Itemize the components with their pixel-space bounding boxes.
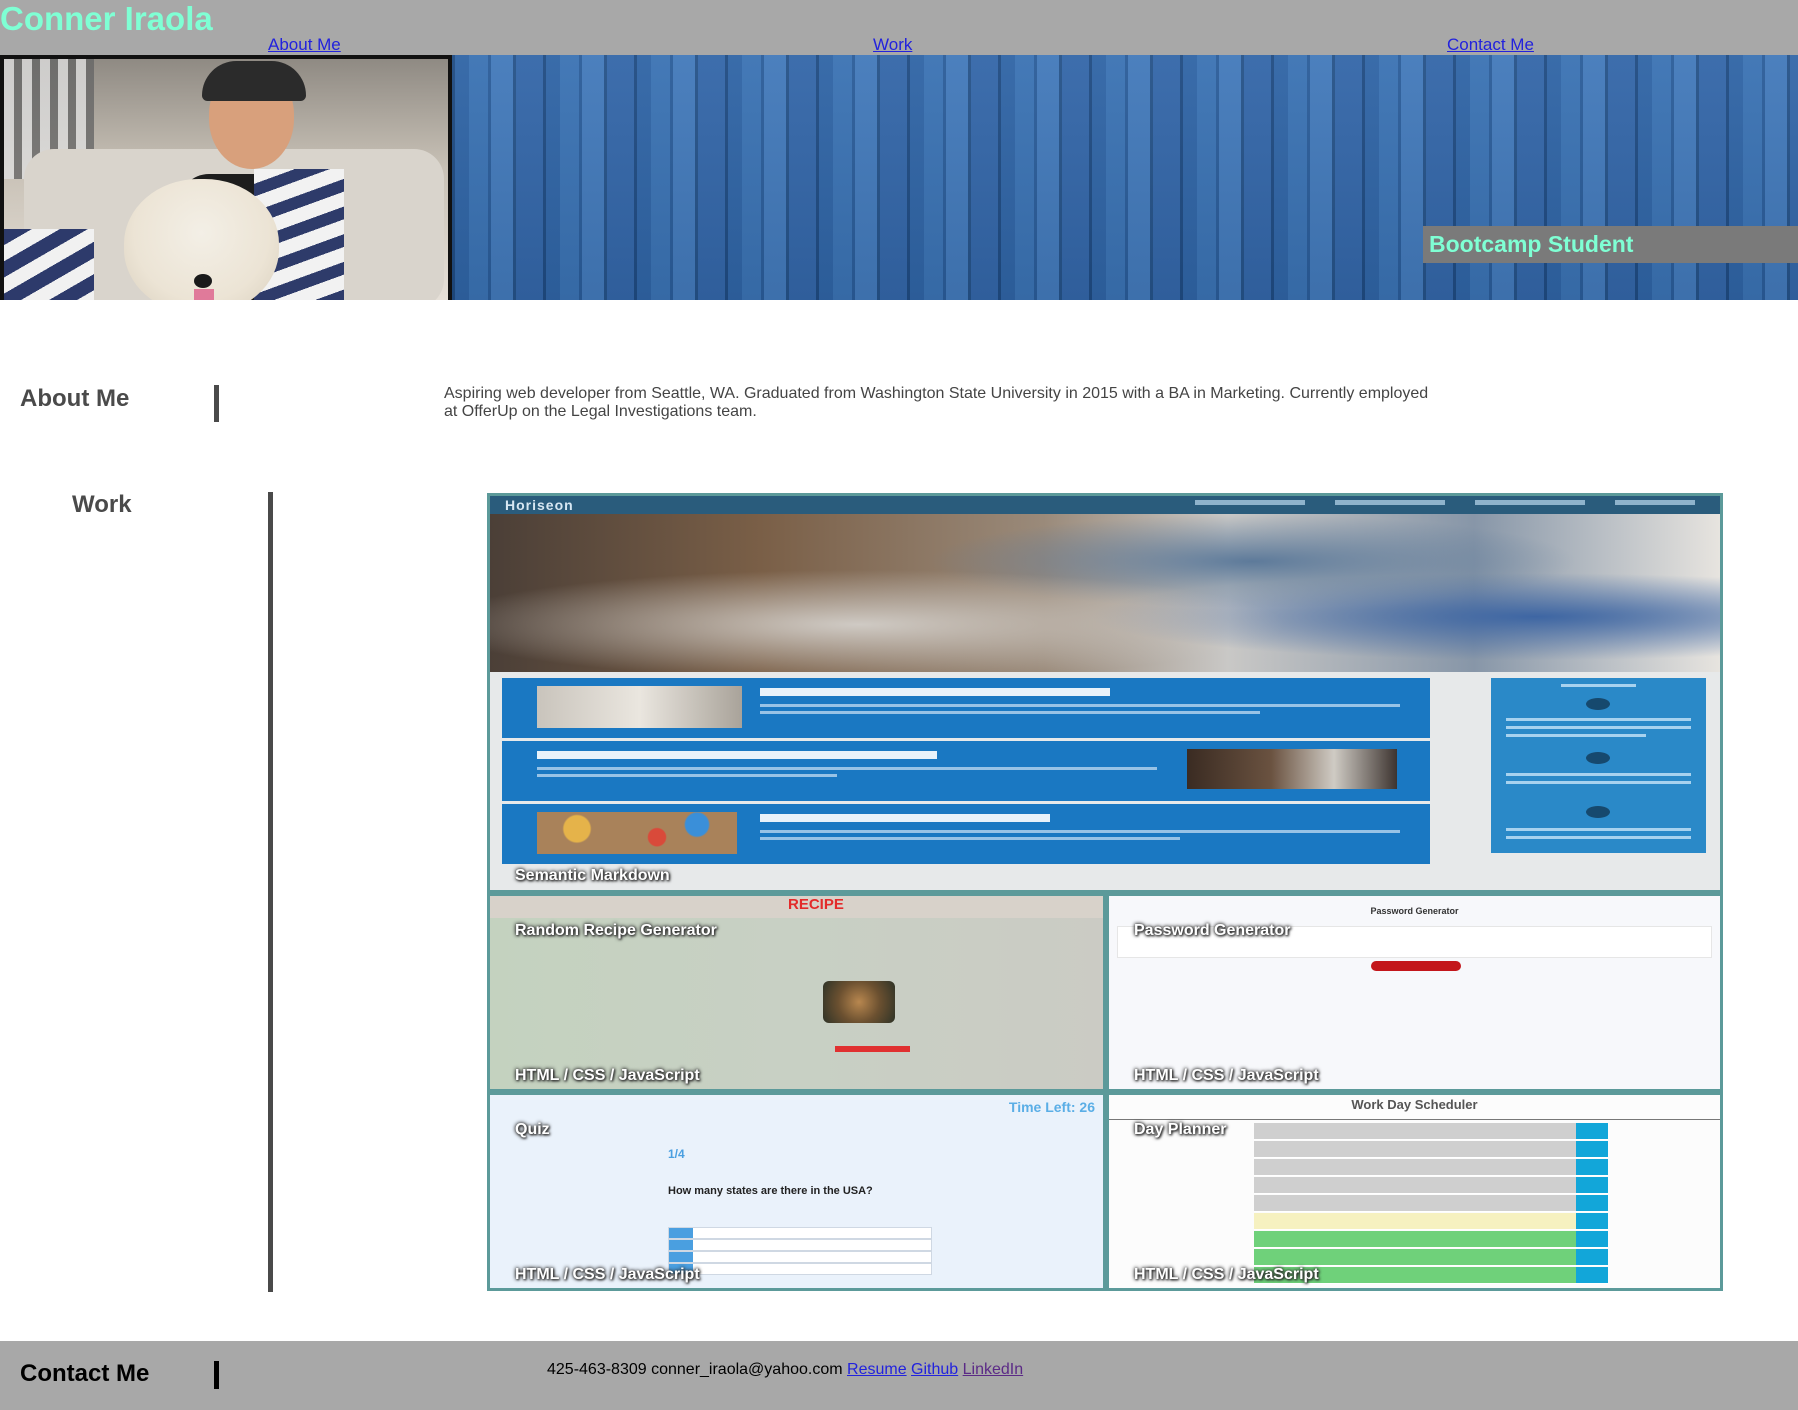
project-title: Day Planner (1134, 1121, 1227, 1138)
nav-link-about-me[interactable]: About Me (268, 35, 341, 55)
quiz-question: How many states are there in the USA? (668, 1185, 873, 1197)
about-divider (214, 385, 219, 422)
password-heading: Password Generator (1370, 906, 1459, 916)
profile-photo (0, 55, 452, 300)
about-text: Aspiring web developer from Seattle, WA.… (444, 385, 1429, 420)
github-link[interactable]: Github (911, 1361, 958, 1378)
contact-heading: Contact Me (20, 1360, 150, 1387)
work-grid: Horiseon Semantic Markdown RECIPE Random… (487, 493, 1723, 1291)
project-title: Random Recipe Generator (515, 922, 717, 939)
project-screenshot: Time Left: 26 1/4 How many states are th… (490, 1095, 1103, 1288)
contact-line: 425-463-8309 conner_iraola@yahoo.com Res… (547, 1360, 1023, 1380)
project-title: Quiz (515, 1121, 550, 1138)
project-subtitle: HTML / CSS / JavaScript (1134, 1067, 1319, 1084)
project-subtitle: HTML / CSS / JavaScript (1134, 1266, 1319, 1283)
hero-tagline: Bootcamp Student (1423, 226, 1798, 263)
about-heading: About Me (20, 385, 130, 412)
work-divider (268, 492, 273, 1292)
recipe-word: RECIPE (788, 896, 844, 913)
project-card-password-generator[interactable]: Password Generator Password Generator HT… (1106, 893, 1723, 1092)
project-title: Password Generator (1134, 922, 1291, 939)
project-card-random-recipe-generator[interactable]: RECIPE Random Recipe Generator HTML / CS… (487, 893, 1106, 1092)
site-title: Conner Iraola (0, 0, 213, 37)
project-card-semantic-markdown[interactable]: Horiseon Semantic Markdown (487, 493, 1723, 893)
planner-title: Work Day Scheduler (1351, 1097, 1478, 1112)
linkedin-link[interactable]: LinkedIn (963, 1361, 1024, 1378)
work-heading: Work (72, 491, 132, 518)
hero-banner: Bootcamp Student (0, 55, 1798, 300)
project-screenshot: Horiseon (490, 496, 1720, 890)
project-card-day-planner[interactable]: Work Day Scheduler Day Planner HTML / CS… (1106, 1092, 1723, 1291)
nav-link-work[interactable]: Work (873, 35, 912, 55)
contact-phone: 425-463-8309 (547, 1361, 647, 1378)
project-card-quiz[interactable]: Time Left: 26 1/4 How many states are th… (487, 1092, 1106, 1291)
nav-link-contact-me[interactable]: Contact Me (1447, 35, 1534, 55)
horiseon-logo: Horiseon (505, 497, 574, 513)
site-header: Conner Iraola About Me Work Contact Me (0, 0, 1798, 55)
project-title: Semantic Markdown (515, 867, 670, 884)
contact-email: conner_iraola@yahoo.com (651, 1361, 843, 1378)
project-subtitle: HTML / CSS / JavaScript (515, 1266, 700, 1283)
quiz-timer: Time Left: 26 (1008, 1099, 1095, 1115)
quiz-question-number: 1/4 (668, 1147, 685, 1161)
resume-link[interactable]: Resume (847, 1361, 907, 1378)
contact-divider (214, 1361, 219, 1389)
project-subtitle: HTML / CSS / JavaScript (515, 1067, 700, 1084)
